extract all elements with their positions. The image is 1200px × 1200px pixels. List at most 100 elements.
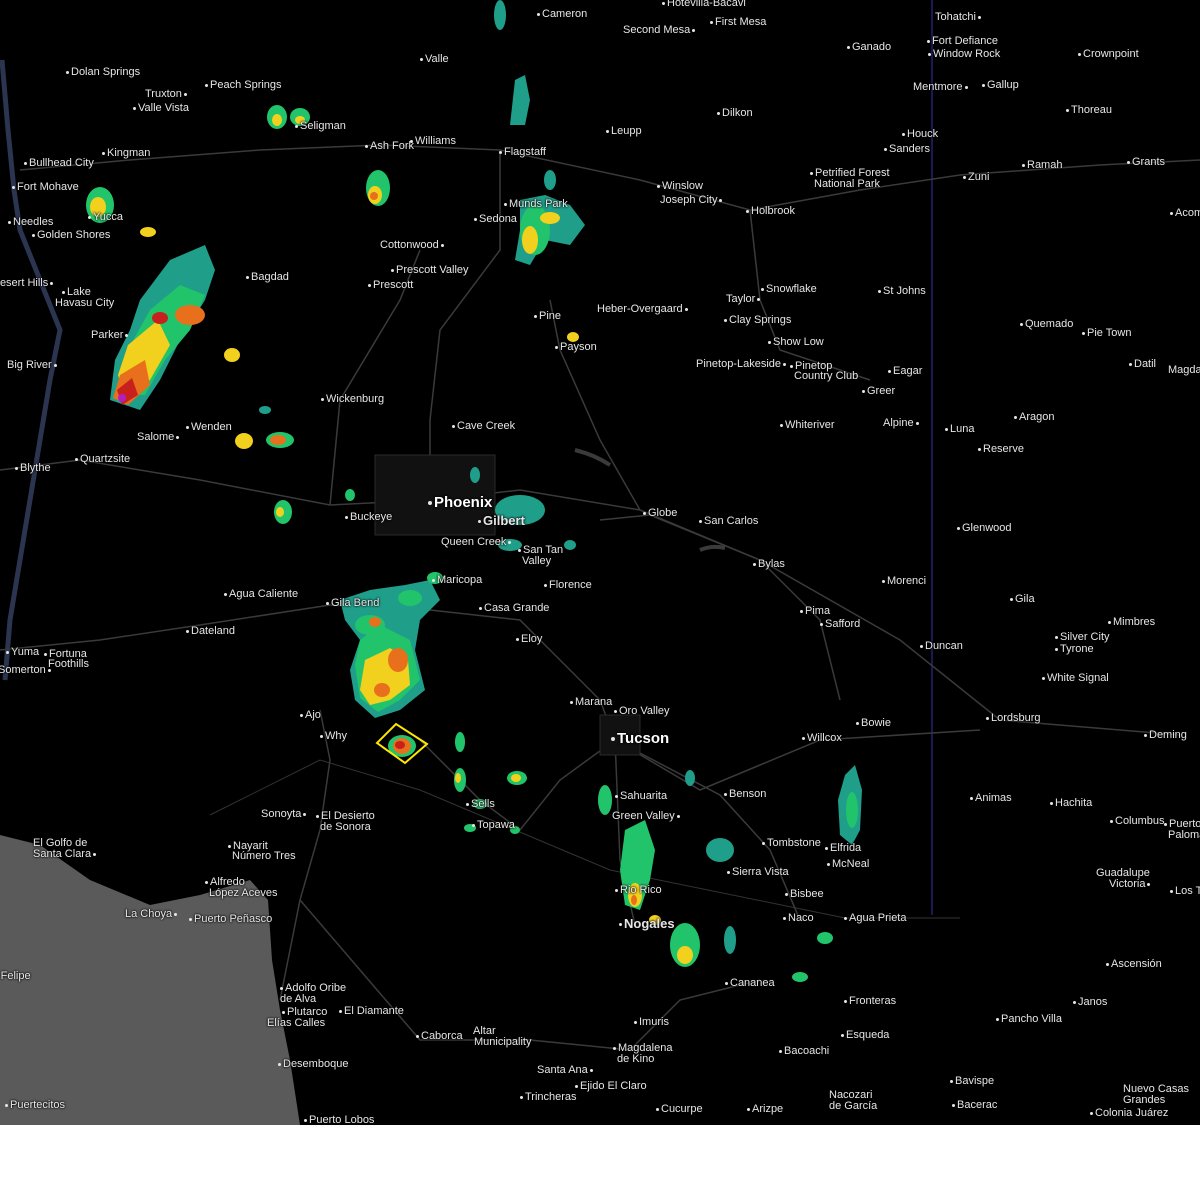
city-elfrida: Elfrida xyxy=(823,843,861,854)
city-sonoyta: Sonoyta xyxy=(261,809,308,820)
city-alpine: Alpine xyxy=(883,418,921,429)
city-sanders: Sanders xyxy=(882,144,930,155)
city-safford: Safford xyxy=(818,619,860,630)
city-havasu-city: Havasu City xyxy=(55,297,115,309)
city-san-carlos: San Carlos xyxy=(697,516,758,527)
city-foothills: Foothills xyxy=(48,658,89,670)
city-santa-clara: Santa Clara xyxy=(33,849,98,860)
city-greer: Greer xyxy=(860,386,895,397)
city-deming: Deming xyxy=(1142,730,1187,741)
city-dilkon: Dilkon xyxy=(715,108,753,119)
city-maricopa: Maricopa xyxy=(430,575,482,586)
city-second-mesa: Second Mesa xyxy=(623,25,697,36)
city-naco: Naco xyxy=(781,913,814,924)
city-oro-valley: Oro Valley xyxy=(612,706,670,717)
city-tyrone: Tyrone xyxy=(1053,644,1094,655)
city-tombstone: Tombstone xyxy=(760,838,821,849)
city-ajo: Ajo xyxy=(298,710,321,721)
city-agua-caliente: Agua Caliente xyxy=(222,589,298,600)
city-mentmore: Mentmore xyxy=(913,82,970,93)
city-gila-bend: Gila Bend xyxy=(324,598,379,609)
city-topawa: Topawa xyxy=(470,820,515,831)
city-nogales: Nogales xyxy=(617,917,675,930)
city-rio-rico: Rio Rico xyxy=(613,885,662,896)
radar-cell-elfrida xyxy=(838,765,862,845)
city-needles: Needles xyxy=(6,217,53,228)
city-fort-defiance: Fort Defiance xyxy=(925,36,998,47)
city-animas: Animas xyxy=(968,793,1012,804)
city-trincheras: Trincheras xyxy=(518,1092,577,1103)
city-why: Why xyxy=(318,731,347,742)
city-tucson: Tucson xyxy=(609,731,669,746)
city-ramah: Ramah xyxy=(1020,160,1062,171)
city-white-signal: White Signal xyxy=(1040,673,1109,684)
city-bacerac: Bacerac xyxy=(950,1100,997,1111)
city-willcox: Willcox xyxy=(800,733,842,744)
city-cave-creek: Cave Creek xyxy=(450,421,515,432)
radar-map[interactable]: Hotevilla-Bacavi Cameron First Mesa Seco… xyxy=(0,0,1200,1125)
city-pima: Pima xyxy=(798,606,830,617)
city-pinetop-lakeside: Pinetop-Lakeside xyxy=(696,359,788,370)
radar-cell-ashfork xyxy=(366,170,390,206)
city-puerto-penasco: Puerto Peñasco xyxy=(187,914,272,925)
city-houck: Houck xyxy=(900,129,938,140)
city-gallup: Gallup xyxy=(980,80,1019,91)
city-prescott: Prescott xyxy=(366,280,413,291)
city-de-sonora: de Sonora xyxy=(320,821,371,833)
city-dolan-springs: Dolan Springs xyxy=(64,67,140,78)
city-yuma: Yuma xyxy=(4,647,39,658)
city-numero-tres: Número Tres xyxy=(232,850,296,862)
city-joseph-city: Joseph City xyxy=(660,195,724,206)
city-puerto-lobos: Puerto Lobos xyxy=(302,1115,374,1125)
city-big-river: Big River xyxy=(7,360,59,371)
city-fronteras: Fronteras xyxy=(842,996,896,1007)
city-de-kino: de Kino xyxy=(617,1053,655,1065)
city-sedona: Sedona xyxy=(472,214,517,225)
city-la-choya: La Choya xyxy=(125,909,179,920)
san-carlos-lake xyxy=(699,544,726,552)
city-datil: Datil xyxy=(1127,359,1156,370)
city-munds-park: Munds Park xyxy=(502,199,568,210)
city-puertecitos: Puertecitos xyxy=(3,1100,65,1111)
city-ganado: Ganado xyxy=(845,42,891,53)
city-desemboque: Desemboque xyxy=(276,1059,348,1070)
city-fort-mohave: Fort Mohave xyxy=(10,182,79,193)
city-lordsburg: Lordsburg xyxy=(984,713,1041,724)
city-national-park: National Park xyxy=(814,178,881,190)
city-williams: Williams xyxy=(408,136,456,147)
city-bylas: Bylas xyxy=(751,559,785,570)
city-eagar: Eagar xyxy=(886,366,922,377)
city-bullhead-city: Bullhead City xyxy=(22,158,94,169)
city-esqueda: Esqueda xyxy=(839,1030,889,1041)
city-country-club: Country Club xyxy=(794,370,859,382)
city-flagstaff: Flagstaff xyxy=(497,147,546,158)
city-caborca: Caborca xyxy=(414,1031,463,1042)
city-wenden: Wenden xyxy=(184,422,232,433)
city-snowflake: Snowflake xyxy=(759,284,817,295)
city-tohatchi: Tohatchi xyxy=(935,12,983,23)
city-pine: Pine xyxy=(532,311,561,322)
city-pie-town: Pie Town xyxy=(1080,328,1131,339)
city-first-mesa: First Mesa xyxy=(708,17,766,28)
city-gila: Gila xyxy=(1008,594,1035,605)
city-aragon: Aragon xyxy=(1012,412,1054,423)
city-pancho-villa: Pancho Villa xyxy=(994,1014,1062,1025)
city-yucca: Yucca xyxy=(86,212,123,223)
city-buckeye: Buckeye xyxy=(343,512,392,523)
city-window-rock: Window Rock xyxy=(926,49,1000,60)
city-phoenix: Phoenix xyxy=(426,495,492,510)
city-san-felipe: San Felipe xyxy=(0,970,31,982)
city-morenci: Morenci xyxy=(880,576,926,587)
city-lopez-aceves: López Aceves xyxy=(209,887,278,899)
city-truxton: Truxton xyxy=(145,89,189,100)
city-glenwood: Glenwood xyxy=(955,523,1012,534)
city-somerton: Somerton xyxy=(0,665,53,676)
gulf-of-california xyxy=(0,835,300,1125)
roosevelt-lake xyxy=(574,448,612,467)
city-reserve: Reserve xyxy=(976,444,1024,455)
city-grandes: Grandes xyxy=(1123,1094,1166,1106)
city-winslow: Winslow xyxy=(655,181,703,192)
city-peach-springs: Peach Springs xyxy=(203,80,282,91)
footer-blank xyxy=(0,1125,1200,1200)
city-bavispe: Bavispe xyxy=(948,1076,994,1087)
